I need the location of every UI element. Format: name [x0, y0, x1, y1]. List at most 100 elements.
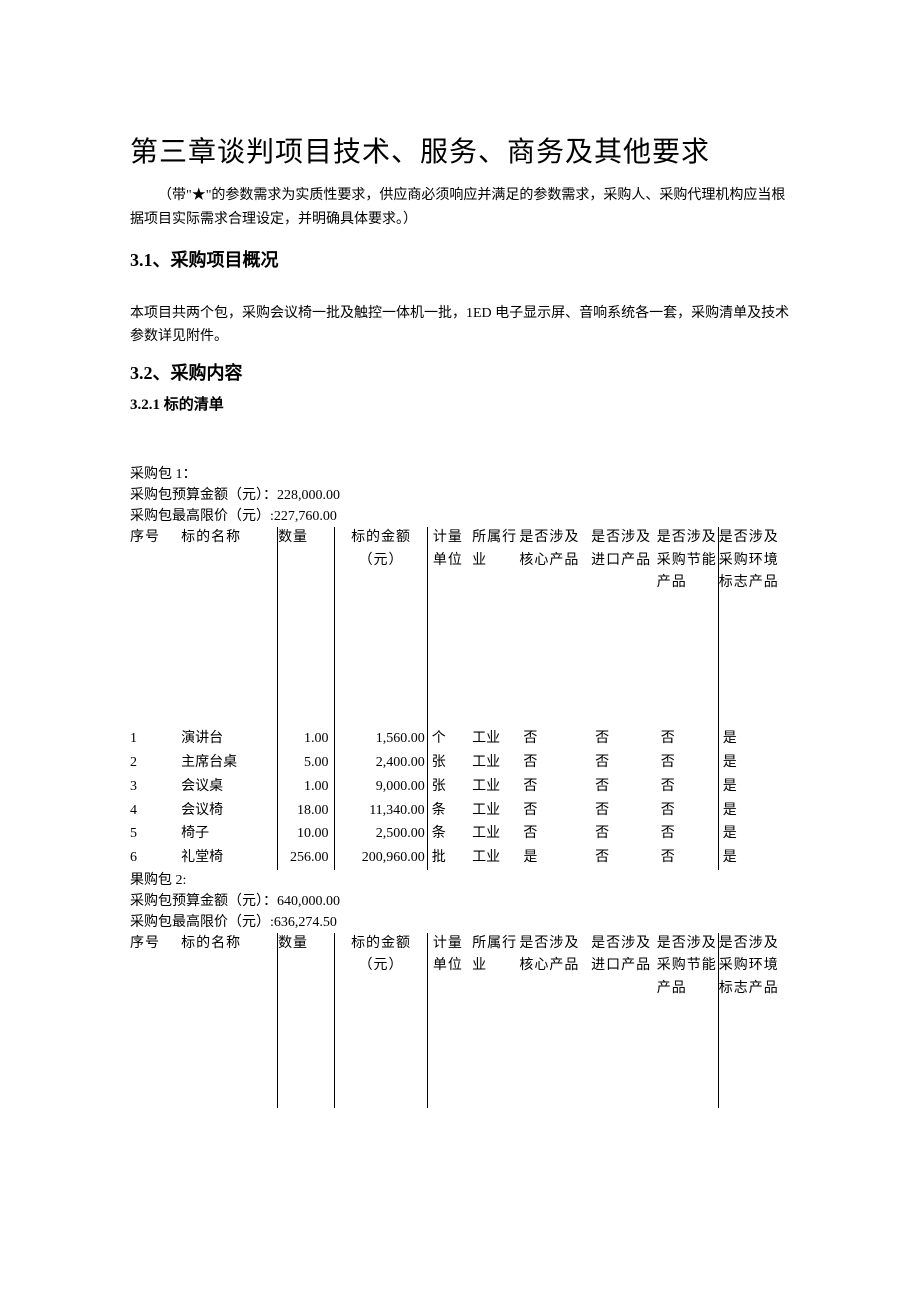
cell-industry: 工业 — [468, 727, 519, 751]
col-seq: 序号 — [130, 527, 177, 727]
cell-unit: 批 — [427, 846, 468, 870]
cell-unit: 条 — [427, 799, 468, 823]
package-1-table: 序号 标的名称 数量 标的金额（元） 计量单位 所属行业 是否涉及核心产品 是否… — [130, 527, 790, 870]
package-1-budget-label: 采购包预算金额（元）： — [130, 488, 277, 503]
cell-import: 否 — [591, 799, 657, 823]
package-1-ceiling-label: 采购包最高限价（元）: — [130, 509, 274, 524]
cell-seq: 3 — [130, 775, 177, 799]
col-industry: 所属行业 — [468, 527, 519, 727]
section-3-1-heading: 3.1、采购项目概况 — [130, 246, 790, 272]
package-2-ceiling: 采购包最高限价（元）:636,274.50 — [130, 912, 790, 933]
cell-unit: 张 — [427, 775, 468, 799]
cell-qty: 18.00 — [278, 799, 335, 823]
cell-unit: 条 — [427, 822, 468, 846]
cell-core: 否 — [519, 775, 591, 799]
cell-industry: 工业 — [468, 822, 519, 846]
cell-env: 是 — [718, 775, 790, 799]
document-page: 第三章谈判项目技术、服务、商务及其他要求 （带"★"的参数需求为实质性要求，供应… — [0, 0, 920, 1301]
col-unit: 计量单位 — [427, 933, 468, 1108]
col-core: 是否涉及核心产品 — [519, 527, 591, 727]
cell-env: 是 — [718, 727, 790, 751]
cell-seq: 5 — [130, 822, 177, 846]
cell-amount: 1,560.00 — [335, 727, 427, 751]
cell-amount: 2,500.00 — [335, 822, 427, 846]
package-1-body: 1 演讲台 1.00 1,560.00 个 工业 否 否 否 是 2 主席台桌 … — [130, 727, 790, 870]
col-core: 是否涉及核心产品 — [519, 933, 591, 1108]
col-env: 是否涉及采购环境标志产品 — [718, 933, 790, 1108]
package-2-ceiling-label: 采购包最高限价（元）: — [130, 915, 274, 930]
col-amount: 标的金额（元） — [335, 933, 427, 1108]
cell-name: 礼堂椅 — [177, 846, 277, 870]
section-3-2-1-heading: 3.2.1 标的清单 — [130, 393, 790, 414]
col-name: 标的名称 — [177, 933, 277, 1108]
col-name: 标的名称 — [177, 527, 277, 727]
cell-energy: 否 — [657, 846, 718, 870]
table-row: 3 会议桌 1.00 9,000.00 张 工业 否 否 否 是 — [130, 775, 790, 799]
cell-import: 否 — [591, 846, 657, 870]
cell-import: 否 — [591, 751, 657, 775]
package-2-budget-value: 640,000.00 — [277, 894, 340, 909]
package-1-budget-value: 228,000.00 — [277, 488, 340, 503]
chapter-title: 第三章谈判项目技术、服务、商务及其他要求 — [130, 130, 790, 170]
cell-industry: 工业 — [468, 775, 519, 799]
col-env: 是否涉及采购环境标志产品 — [718, 527, 790, 727]
package-1-label: 采购包 1： — [130, 464, 790, 485]
cell-energy: 否 — [657, 822, 718, 846]
table-row: 6 礼堂椅 256.00 200,960.00 批 工业 是 否 否 是 — [130, 846, 790, 870]
cell-name: 椅子 — [177, 822, 277, 846]
cell-qty: 5.00 — [278, 751, 335, 775]
cell-env: 是 — [718, 846, 790, 870]
package-2-ceiling-value: 636,274.50 — [274, 915, 337, 930]
cell-energy: 否 — [657, 727, 718, 751]
col-import: 是否涉及进口产品 — [591, 933, 657, 1108]
cell-env: 是 — [718, 822, 790, 846]
cell-seq: 1 — [130, 727, 177, 751]
table-row: 2 主席台桌 5.00 2,400.00 张 工业 否 否 否 是 — [130, 751, 790, 775]
cell-name: 会议椅 — [177, 799, 277, 823]
table-row: 4 会议椅 18.00 11,340.00 条 工业 否 否 否 是 — [130, 799, 790, 823]
cell-amount: 2,400.00 — [335, 751, 427, 775]
cell-import: 否 — [591, 727, 657, 751]
package-2-budget-label: 采购包预算金额（元）： — [130, 894, 277, 909]
cell-core: 否 — [519, 751, 591, 775]
section-3-1-body: 本项目共两个包，采购会议椅一批及触控一体机一批，1ED 电子显示屏、音响系统各一… — [130, 302, 790, 350]
chapter-intro: （带"★"的参数需求为实质性要求，供应商必须响应并满足的参数需求，采购人、采购代… — [130, 184, 790, 232]
cell-core: 是 — [519, 846, 591, 870]
cell-energy: 否 — [657, 751, 718, 775]
table-row: 1 演讲台 1.00 1,560.00 个 工业 否 否 否 是 — [130, 727, 790, 751]
cell-name: 主席台桌 — [177, 751, 277, 775]
cell-seq: 4 — [130, 799, 177, 823]
cell-name: 会议桌 — [177, 775, 277, 799]
table-row: 5 椅子 10.00 2,500.00 条 工业 否 否 否 是 — [130, 822, 790, 846]
cell-seq: 2 — [130, 751, 177, 775]
cell-industry: 工业 — [468, 751, 519, 775]
cell-industry: 工业 — [468, 799, 519, 823]
table-header-row: 序号 标的名称 数量 标的金额（元） 计量单位 所属行业 是否涉及核心产品 是否… — [130, 933, 790, 1108]
col-qty: 数量 — [278, 933, 335, 1108]
cell-unit: 个 — [427, 727, 468, 751]
cell-amount: 9,000.00 — [335, 775, 427, 799]
package-2-label: 果购包 2: — [130, 870, 790, 891]
cell-name: 演讲台 — [177, 727, 277, 751]
col-qty: 数量 — [278, 527, 335, 727]
cell-env: 是 — [718, 799, 790, 823]
cell-import: 否 — [591, 822, 657, 846]
table-header-row: 序号 标的名称 数量 标的金额（元） 计量单位 所属行业 是否涉及核心产品 是否… — [130, 527, 790, 727]
cell-industry: 工业 — [468, 846, 519, 870]
col-energy: 是否涉及采购节能产品 — [657, 933, 718, 1108]
col-industry: 所属行业 — [468, 933, 519, 1108]
col-seq: 序号 — [130, 933, 177, 1108]
cell-core: 否 — [519, 727, 591, 751]
col-amount: 标的金额（元） — [335, 527, 427, 727]
cell-qty: 256.00 — [278, 846, 335, 870]
cell-energy: 否 — [657, 799, 718, 823]
col-energy: 是否涉及采购节能产品 — [657, 527, 718, 727]
section-3-2-heading: 3.2、采购内容 — [130, 359, 790, 385]
cell-unit: 张 — [427, 751, 468, 775]
package-2-budget: 采购包预算金额（元）：640,000.00 — [130, 891, 790, 912]
package-1-ceiling: 采购包最高限价（元）:227,760.00 — [130, 506, 790, 527]
col-import: 是否涉及进口产品 — [591, 527, 657, 727]
cell-amount: 11,340.00 — [335, 799, 427, 823]
cell-seq: 6 — [130, 846, 177, 870]
cell-env: 是 — [718, 751, 790, 775]
